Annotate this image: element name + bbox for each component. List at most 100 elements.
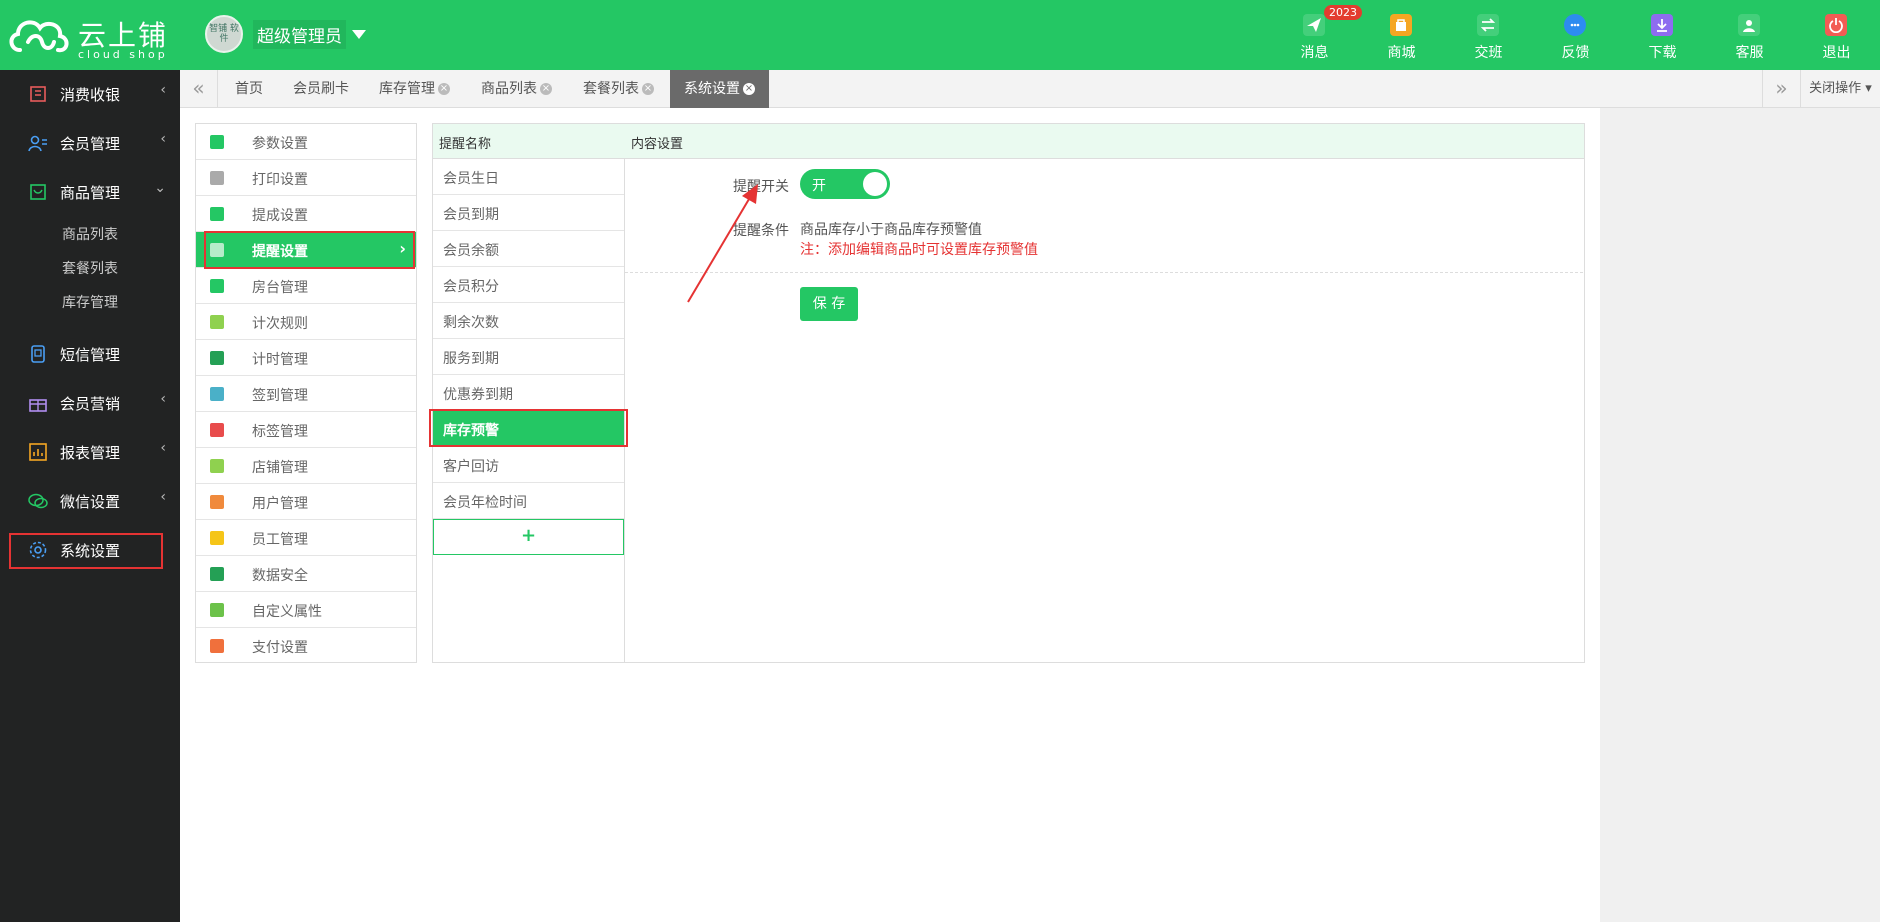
payment-icon bbox=[210, 639, 224, 653]
service-icon bbox=[1738, 14, 1760, 36]
settings-item-label: 店铺管理 bbox=[252, 460, 308, 476]
tab-member-card[interactable]: 会员刷卡 bbox=[283, 70, 359, 108]
tabs-bar: « 首页 会员刷卡 库存管理 × 商品列表 × 套餐列表 × 系统设置 × » 关闭操作… bbox=[180, 70, 1880, 108]
nav-label: 下载 bbox=[1648, 45, 1677, 61]
sidebar-subitem-inventory[interactable]: 库存管理 bbox=[62, 292, 118, 312]
settings-item[interactable]: 用户管理 bbox=[196, 484, 416, 520]
tag-icon bbox=[210, 423, 224, 437]
settings-item[interactable]: 房台管理 bbox=[196, 268, 416, 304]
commission-icon bbox=[210, 207, 224, 221]
sidebar-subitem-product-list[interactable]: 商品列表 bbox=[62, 224, 118, 244]
edit-icon bbox=[210, 603, 224, 617]
sidebar-item-cashier[interactable]: 消费收银 ‹ bbox=[0, 70, 180, 118]
close-icon[interactable]: × bbox=[540, 83, 552, 95]
annotation-arrow-icon bbox=[687, 184, 758, 303]
tab-label: 套餐列表 bbox=[583, 81, 639, 97]
report-icon bbox=[29, 443, 47, 461]
reminder-toggle[interactable]: 开 bbox=[800, 169, 890, 199]
settings-item-label: 打印设置 bbox=[252, 172, 308, 188]
reminder-item[interactable]: 服务到期 bbox=[433, 339, 624, 375]
settings-item-label: 支付设置 bbox=[252, 640, 308, 656]
user-icon bbox=[210, 495, 224, 509]
tab-product-list[interactable]: 商品列表 × bbox=[471, 70, 562, 108]
settings-item[interactable]: 提成设置 bbox=[196, 196, 416, 232]
toggle-text: 开 bbox=[812, 178, 826, 194]
reminder-item[interactable]: 优惠券到期 bbox=[433, 375, 624, 411]
reminder-item[interactable]: 会员到期 bbox=[433, 195, 624, 231]
sidebar-item-label: 商品管理 bbox=[60, 184, 121, 202]
reminder-item[interactable]: 剩余次数 bbox=[433, 303, 624, 339]
nav-label: 交班 bbox=[1474, 45, 1503, 61]
staff-icon bbox=[210, 531, 224, 545]
settings-item[interactable]: 数据安全 bbox=[196, 556, 416, 592]
sidebar-item-sms[interactable]: 短信管理 bbox=[0, 330, 180, 378]
tab-home[interactable]: 首页 bbox=[225, 70, 273, 108]
reminder-item-label: 优惠券到期 bbox=[443, 387, 513, 403]
close-operations-menu[interactable]: 关闭操作 ▾ bbox=[1800, 70, 1880, 108]
tab-inventory[interactable]: 库存管理 × bbox=[369, 70, 460, 108]
nav-feedback[interactable]: 反馈 bbox=[1532, 0, 1619, 70]
header-reminder-name: 提醒名称 bbox=[439, 137, 492, 152]
close-icon[interactable]: × bbox=[642, 83, 654, 95]
tab-system-settings[interactable]: 系统设置 × bbox=[670, 70, 769, 108]
tabs-prev-icon[interactable]: « bbox=[180, 70, 218, 108]
nav-mall[interactable]: 商城 bbox=[1358, 0, 1445, 70]
reminder-item[interactable]: 会员余额 bbox=[433, 231, 624, 267]
message-badge: 2023 bbox=[1324, 5, 1362, 20]
tab-package-list[interactable]: 套餐列表 × bbox=[573, 70, 664, 108]
settings-item[interactable]: 店铺管理 bbox=[196, 448, 416, 484]
nav-service[interactable]: 客服 bbox=[1706, 0, 1793, 70]
settings-item[interactable]: 打印设置 bbox=[196, 160, 416, 196]
gift-icon bbox=[29, 399, 47, 412]
settings-item[interactable]: 计时管理 bbox=[196, 340, 416, 376]
settings-item[interactable]: 参数设置 bbox=[196, 124, 416, 160]
settings-item[interactable]: 自定义属性 bbox=[196, 592, 416, 628]
settings-item-label: 员工管理 bbox=[252, 532, 308, 548]
reminder-item-label: 会员年检时间 bbox=[443, 495, 527, 511]
reminder-item[interactable]: 会员年检时间 bbox=[433, 483, 624, 519]
nav-message[interactable]: 2023 消息 bbox=[1271, 0, 1362, 70]
add-reminder-button[interactable]: + bbox=[433, 519, 624, 555]
sidebar-item-marketing[interactable]: 会员营销 ‹ bbox=[0, 379, 180, 427]
settings-menu: 参数设置 打印设置 提成设置 提醒设置 › 房台管理 计次规则 计时管理 签到管理… bbox=[195, 123, 417, 663]
settings-item[interactable]: 支付设置 bbox=[196, 628, 416, 664]
sidebar-item-members[interactable]: 会员管理 ‹ bbox=[0, 119, 180, 167]
product-icon bbox=[30, 184, 46, 200]
tab-label: 商品列表 bbox=[481, 81, 537, 97]
settings-item[interactable]: 标签管理 bbox=[196, 412, 416, 448]
tab-label: 系统设置 bbox=[684, 81, 740, 97]
close-icon[interactable]: × bbox=[438, 83, 450, 95]
print-icon bbox=[210, 171, 224, 185]
sidebar-subitem-package-list[interactable]: 套餐列表 bbox=[62, 258, 118, 278]
sidebar-item-products[interactable]: 商品管理 ⌄ bbox=[0, 168, 180, 216]
reminder-item[interactable]: 会员生日 bbox=[433, 159, 624, 195]
cashier-icon bbox=[30, 86, 46, 102]
reminder-item[interactable]: 客户回访 bbox=[433, 447, 624, 483]
reminder-item[interactable]: 会员积分 bbox=[433, 267, 624, 303]
chevron-down-icon: ⌄ bbox=[154, 180, 166, 196]
condition-note: 注：添加编辑商品时可设置库存预警值 bbox=[800, 242, 1038, 258]
reminder-item-label: 剩余次数 bbox=[443, 315, 499, 331]
caret-down-icon[interactable] bbox=[352, 29, 366, 39]
settings-item[interactable]: 签到管理 bbox=[196, 376, 416, 412]
tabs-next-icon[interactable]: » bbox=[1762, 70, 1800, 108]
sidebar-item-reports[interactable]: 报表管理 ‹ bbox=[0, 428, 180, 476]
settings-item[interactable]: 员工管理 bbox=[196, 520, 416, 556]
member-icon bbox=[28, 135, 47, 152]
close-icon[interactable]: × bbox=[743, 83, 755, 95]
user-menu[interactable]: 智铺 软件 超级管理员 bbox=[205, 14, 366, 54]
nav-logout[interactable]: 退出 bbox=[1793, 0, 1880, 70]
save-button[interactable]: 保 存 bbox=[800, 287, 858, 321]
nav-download[interactable]: 下载 bbox=[1619, 0, 1706, 70]
app-root: 云上铺 cloud shop 智铺 软件 超级管理员 2023 消息 商城 交班 bbox=[0, 0, 1880, 922]
chevron-left-icon: ‹ bbox=[160, 391, 166, 407]
sidebar-item-wechat[interactable]: 微信设置 ‹ bbox=[0, 477, 180, 525]
cloud-logo-icon bbox=[9, 20, 69, 53]
sidebar-item-label: 消费收银 bbox=[60, 86, 121, 104]
sms-icon bbox=[31, 345, 45, 363]
settings-item[interactable]: 计次规则 bbox=[196, 304, 416, 340]
nav-shift[interactable]: 交班 bbox=[1445, 0, 1532, 70]
reminder-panel: 提醒名称 内容设置 会员生日 会员到期 会员余额 会员积分 剩余次数 服务到期 … bbox=[432, 123, 1585, 663]
header-content-settings: 内容设置 bbox=[631, 137, 684, 152]
close-operations-label: 关闭操作 bbox=[1809, 81, 1862, 96]
